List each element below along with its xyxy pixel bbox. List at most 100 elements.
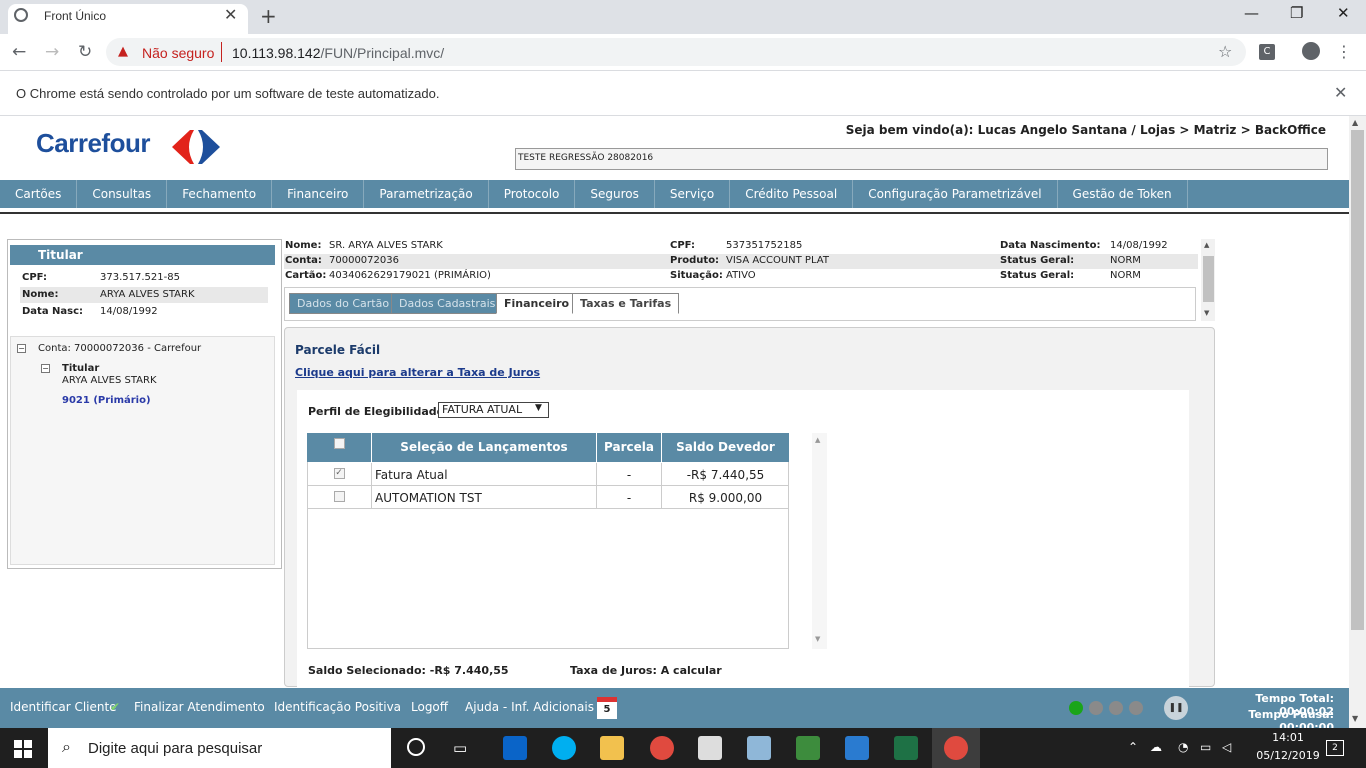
nav-item[interactable]: Crédito Pessoal xyxy=(730,180,854,208)
left-row-cpf: CPF: 373.517.521-85 xyxy=(20,270,268,286)
windows-start-icon[interactable] xyxy=(14,740,32,758)
collapse-titular-icon[interactable]: − xyxy=(41,364,50,373)
nav-item[interactable]: Fechamento xyxy=(167,180,273,208)
client-conta-value: 70000072036 xyxy=(329,255,399,266)
nav-item[interactable]: Seguros xyxy=(575,180,655,208)
nav-item[interactable]: Financeiro xyxy=(272,180,365,208)
tab-taxas-tarifas[interactable]: Taxas e Tarifas xyxy=(572,293,680,314)
tab-title: Front Único xyxy=(44,9,107,23)
infobar-close-icon[interactable]: ✕ xyxy=(1334,83,1347,102)
cpf-value: 373.517.521-85 xyxy=(100,272,180,283)
battery-icon[interactable]: ▭ xyxy=(1200,740,1211,754)
identificacao-positiva-button[interactable]: Identificação Positiva xyxy=(274,700,401,714)
grid-scroll-down-icon[interactable]: ▼ xyxy=(815,635,820,643)
nav-item[interactable]: Configuração Parametrizável xyxy=(853,180,1058,208)
nav-item[interactable]: Consultas xyxy=(77,180,168,208)
reload-icon[interactable]: ↻ xyxy=(78,42,92,62)
taxa-juros: Taxa de Juros: A calcular xyxy=(570,664,722,677)
client-status-geral-2-value: NORM xyxy=(1110,270,1141,281)
tree-titular[interactable]: Titular xyxy=(62,363,99,374)
search-icon: ⌕ xyxy=(62,737,71,756)
nav-item[interactable]: Gestão de Token xyxy=(1058,180,1188,208)
tab-dados-cartao[interactable]: Dados do Cartão xyxy=(289,293,398,314)
client-produto: Produto: xyxy=(670,255,720,266)
excel-icon[interactable] xyxy=(894,736,918,760)
warning-icon[interactable]: ▲ xyxy=(118,44,128,59)
row-parcela: - xyxy=(597,486,662,509)
maximize-button[interactable]: ❐ xyxy=(1290,4,1303,22)
volume-icon[interactable]: ◁ xyxy=(1222,740,1231,754)
file-explorer-icon[interactable] xyxy=(600,736,624,760)
task-view-icon[interactable]: ▭ xyxy=(453,739,467,757)
security-label[interactable]: Não seguro xyxy=(142,45,214,61)
logoff-button[interactable]: Logoff xyxy=(411,700,448,714)
header-search-input[interactable]: TESTE REGRESSÃO 28082016 xyxy=(515,148,1328,170)
grid-scrollbar[interactable] xyxy=(812,433,827,649)
grid-scroll-up-icon[interactable]: ▲ xyxy=(815,436,820,444)
carrefour-logo-mark xyxy=(172,130,220,164)
taskbar-time[interactable]: 14:01 xyxy=(1262,731,1314,744)
pause-button[interactable]: ❚❚ xyxy=(1164,696,1188,720)
forward-arrow-icon[interactable]: → xyxy=(45,42,59,62)
check-icon: ✔ xyxy=(110,700,121,714)
new-tab-button[interactable]: + xyxy=(260,4,277,28)
nav-item[interactable]: Cartões xyxy=(0,180,78,208)
info-scrollbar-thumb[interactable] xyxy=(1203,256,1214,302)
tab-dados-cadastrais[interactable]: Dados Cadastrais xyxy=(391,293,504,314)
scroll-down-icon[interactable]: ▼ xyxy=(1352,714,1358,723)
ajuda-button[interactable]: Ajuda - Inf. Adicionais xyxy=(465,700,594,714)
menu-dots-icon[interactable]: ⋮ xyxy=(1336,42,1352,61)
nav-item[interactable]: Parametrização xyxy=(364,180,489,208)
select-all-checkbox[interactable] xyxy=(333,438,345,449)
vscode-icon[interactable] xyxy=(845,736,869,760)
account-icon[interactable] xyxy=(1302,42,1320,60)
left-row-nasc: Data Nasc: 14/08/1992 xyxy=(20,304,268,320)
header-parcela: Parcela xyxy=(597,433,662,462)
data-nasc-label: Data Nasc: xyxy=(22,306,84,317)
collapse-account-icon[interactable]: − xyxy=(17,344,26,353)
cortana-icon[interactable] xyxy=(407,738,425,756)
network-icon[interactable]: ◔ xyxy=(1178,740,1188,754)
bookmark-star-icon[interactable]: ☆ xyxy=(1218,42,1232,61)
tree-card-link[interactable]: 9021 (Primário) xyxy=(62,395,151,406)
left-row-nome: Nome: ARYA ALVES STARK xyxy=(20,287,268,303)
url-text[interactable]: 10.113.98.142/FUN/Principal.mvc/ xyxy=(232,45,444,61)
identificar-cliente-button[interactable]: Identificar Cliente xyxy=(10,700,117,714)
row-checkbox[interactable]: ✓ xyxy=(333,468,345,479)
row-desc: AUTOMATION TST xyxy=(372,486,597,509)
notes-icon[interactable] xyxy=(747,736,771,760)
taskbar-search-input[interactable]: Digite aqui para pesquisar xyxy=(88,740,262,757)
finalizar-atendimento-button[interactable]: Finalizar Atendimento xyxy=(134,700,265,714)
alterar-taxa-link[interactable]: Clique aqui para alterar a Taxa de Juros xyxy=(295,366,540,379)
client-status-geral: Status Geral: xyxy=(1000,255,1075,266)
info-scroll-down-icon[interactable]: ▼ xyxy=(1204,309,1209,317)
photos-icon[interactable] xyxy=(698,736,722,760)
row-checkbox[interactable] xyxy=(333,491,345,502)
tab-financeiro[interactable]: Financeiro xyxy=(496,293,578,314)
dropdown-arrow-icon[interactable]: ▼ xyxy=(535,403,542,413)
outlook-icon[interactable] xyxy=(503,736,527,760)
project-icon[interactable] xyxy=(796,736,820,760)
taskbar-date[interactable]: 05/12/2019 xyxy=(1246,749,1330,762)
chrome-active-icon[interactable] xyxy=(944,736,968,760)
nav-item[interactable]: Serviço xyxy=(655,180,731,208)
chrome-icon[interactable] xyxy=(650,736,674,760)
page-scrollbar-thumb[interactable] xyxy=(1351,130,1364,630)
info-scroll-up-icon[interactable]: ▲ xyxy=(1204,241,1209,249)
scroll-up-icon[interactable]: ▲ xyxy=(1352,118,1358,127)
nome-label: Nome: xyxy=(22,289,59,300)
tray-chevron-icon[interactable]: ⌃ xyxy=(1128,740,1138,754)
skype-icon[interactable] xyxy=(552,736,576,760)
nome-value: ARYA ALVES STARK xyxy=(100,289,195,300)
tree-account[interactable]: Conta: 70000072036 - Carrefour xyxy=(38,343,201,354)
calendar-icon[interactable]: 5 xyxy=(597,697,617,719)
notifications-icon[interactable]: 2 xyxy=(1326,740,1344,756)
tab-close-icon[interactable]: ✕ xyxy=(224,5,237,24)
back-arrow-icon[interactable]: ← xyxy=(12,42,26,62)
extension-icon[interactable]: C xyxy=(1259,44,1275,60)
window-close-button[interactable]: ✕ xyxy=(1337,4,1350,22)
cloud-icon[interactable]: ☁ xyxy=(1150,740,1162,754)
nav-item[interactable]: Protocolo xyxy=(489,180,576,208)
perfil-select[interactable]: FATURA ATUAL xyxy=(438,402,549,418)
minimize-button[interactable]: — xyxy=(1244,4,1259,22)
